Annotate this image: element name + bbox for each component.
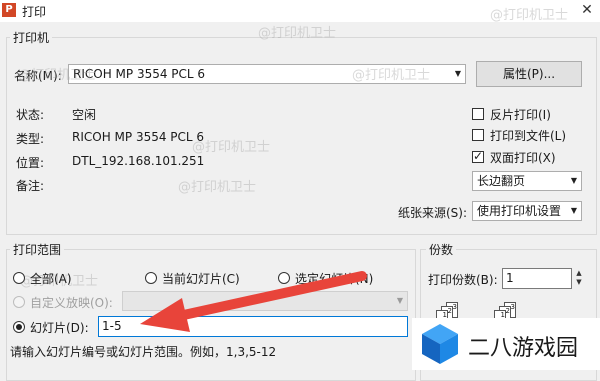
close-icon[interactable]: ✕ bbox=[576, 0, 598, 20]
watermark: @打印机卫士 bbox=[192, 140, 271, 155]
duplex-label[interactable]: 双面打印(X) bbox=[490, 149, 556, 166]
print-to-file-label[interactable]: 打印到文件(L) bbox=[490, 127, 566, 144]
range-hint: 请输入幻灯片编号或幻灯片范围。例如，1,3,5-12 bbox=[10, 345, 277, 359]
range-all-radio[interactable] bbox=[13, 272, 25, 284]
properties-button[interactable]: 属性(P)... bbox=[476, 61, 582, 87]
flip-value: 长边翻页 bbox=[477, 174, 526, 188]
copies-count-label: 打印份数(B): bbox=[428, 273, 498, 287]
watermark: @打印机卫士 bbox=[258, 26, 337, 41]
chevron-down-icon: ▼ bbox=[454, 69, 461, 78]
reverse-print-checkbox[interactable] bbox=[472, 108, 484, 120]
custom-show-radio bbox=[13, 296, 25, 308]
duplex-checkbox[interactable] bbox=[472, 149, 484, 163]
chevron-down-icon: ▼ bbox=[396, 296, 403, 305]
reverse-print-label[interactable]: 反片打印(I) bbox=[490, 106, 551, 123]
type-label: 类型: bbox=[16, 132, 45, 146]
printer-group-title: 打印机 bbox=[10, 29, 53, 46]
paper-source-label: 纸张来源(S): bbox=[398, 206, 468, 220]
annotation-arrow bbox=[140, 271, 367, 332]
brand-logo-icon bbox=[422, 324, 458, 364]
location-value: DTL_192.168.101.251 bbox=[72, 154, 205, 168]
custom-show-label: 自定义放映(O): bbox=[30, 296, 113, 310]
watermark: @打印机卫士 bbox=[490, 8, 569, 23]
location-label: 位置: bbox=[16, 156, 45, 170]
type-value: RICOH MP 3554 PCL 6 bbox=[72, 130, 205, 144]
paper-source-value: 使用打印机设置 bbox=[477, 204, 562, 218]
paper-source-select[interactable]: 使用打印机设置 ▼ bbox=[472, 201, 582, 221]
range-all-label[interactable]: 全部(A) bbox=[30, 270, 72, 287]
status-label: 状态: bbox=[16, 108, 45, 122]
brand-text: 二八游戏园 bbox=[468, 336, 579, 361]
flip-select[interactable]: 长边翻页 ▼ bbox=[472, 171, 582, 191]
wps-presentation-icon: P bbox=[2, 3, 16, 17]
chevron-down-icon: ▼ bbox=[570, 176, 577, 185]
window-title: 打印 bbox=[22, 5, 47, 19]
copies-title: 份数 bbox=[426, 241, 457, 258]
chevron-down-icon: ▼ bbox=[570, 206, 577, 215]
print-range-title: 打印范围 bbox=[10, 241, 65, 258]
slides-label[interactable]: 幻灯片(D): bbox=[30, 319, 89, 336]
watermark: @打印机卫士 bbox=[18, 68, 97, 83]
comment-label: 备注: bbox=[16, 179, 45, 193]
chevron-up-icon[interactable]: ▲ bbox=[574, 269, 584, 278]
copies-count-input[interactable]: 1 bbox=[502, 268, 572, 289]
watermark: @打印机卫士 bbox=[178, 180, 257, 195]
print-to-file-checkbox[interactable] bbox=[472, 129, 484, 141]
slides-radio[interactable] bbox=[13, 321, 25, 333]
annotation-arrow-shaft bbox=[165, 271, 367, 323]
annotation-arrow-head bbox=[140, 298, 190, 332]
watermark: @打印机卫士 bbox=[352, 68, 431, 83]
status-value: 空闲 bbox=[72, 108, 97, 122]
chevron-down-icon[interactable]: ▼ bbox=[574, 278, 584, 287]
copies-stepper[interactable]: ▲ ▼ bbox=[574, 269, 584, 287]
